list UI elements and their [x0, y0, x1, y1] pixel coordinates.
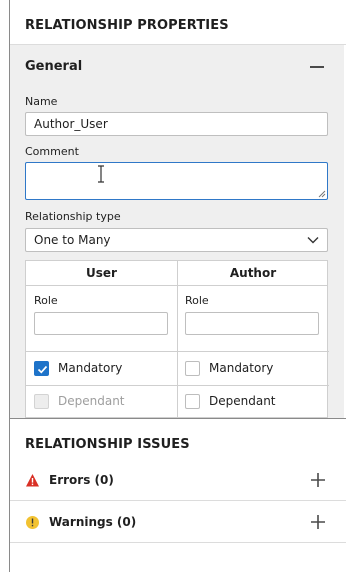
checkbox-disabled-icon — [34, 393, 49, 409]
chevron-down-icon — [307, 237, 319, 244]
errors-label: Errors (0) — [49, 473, 114, 487]
relationship-ends-table: User Author Role Role Mandatory Mandator… — [25, 260, 329, 419]
general-section: General Name Author_User Comment Relatio… — [10, 45, 344, 419]
checkbox-unchecked-icon[interactable] — [185, 360, 200, 376]
author-dependant-label: Dependant — [209, 394, 276, 408]
name-input[interactable]: Author_User — [25, 112, 328, 136]
expand-plus-icon[interactable] — [311, 473, 325, 487]
text-cursor-icon — [98, 165, 104, 183]
warnings-label: Warnings (0) — [49, 515, 137, 529]
relationship-type-select[interactable]: One to Many — [25, 228, 328, 252]
checkbox-checked-icon[interactable] — [34, 360, 49, 376]
row-divider — [26, 385, 329, 386]
collapse-minus-icon[interactable] — [310, 66, 324, 68]
checkbox-unchecked-icon[interactable] — [185, 393, 200, 409]
relationship-issues-header: RELATIONSHIP ISSUES — [10, 419, 346, 463]
row-divider — [26, 351, 329, 352]
author-role-input[interactable] — [185, 312, 319, 335]
errors-row[interactable]: Errors (0) — [10, 460, 346, 501]
user-role-label: Role — [34, 294, 58, 307]
user-column-header: User — [26, 261, 177, 286]
user-dependant-label: Dependant — [58, 394, 125, 408]
resize-handle-icon[interactable] — [318, 190, 326, 198]
relationship-type-label: Relationship type — [25, 210, 121, 223]
warnings-row[interactable]: Warnings (0) — [10, 502, 346, 543]
relationship-type-value: One to Many — [34, 233, 111, 247]
author-mandatory-label: Mandatory — [209, 361, 274, 375]
user-dependant-checkbox: Dependant — [34, 391, 125, 411]
warning-circle-icon — [26, 515, 39, 529]
relationship-properties-title: RELATIONSHIP PROPERTIES — [25, 18, 229, 33]
author-mandatory-checkbox[interactable]: Mandatory — [185, 358, 273, 378]
comment-label: Comment — [25, 145, 79, 158]
comment-textarea[interactable] — [25, 162, 328, 200]
general-section-title: General — [25, 59, 83, 74]
author-role-label: Role — [185, 294, 209, 307]
user-mandatory-checkbox[interactable]: Mandatory — [34, 358, 122, 378]
relationship-issues-title: RELATIONSHIP ISSUES — [25, 437, 190, 452]
name-label: Name — [25, 95, 58, 108]
expand-plus-icon[interactable] — [311, 515, 325, 529]
user-mandatory-label: Mandatory — [58, 361, 123, 375]
column-divider — [177, 261, 178, 419]
author-dependant-checkbox[interactable]: Dependant — [185, 391, 276, 411]
relationship-properties-header: RELATIONSHIP PROPERTIES — [10, 0, 346, 45]
author-column-header: Author — [178, 261, 328, 286]
user-role-input[interactable] — [34, 312, 168, 335]
error-triangle-icon — [26, 473, 39, 486]
